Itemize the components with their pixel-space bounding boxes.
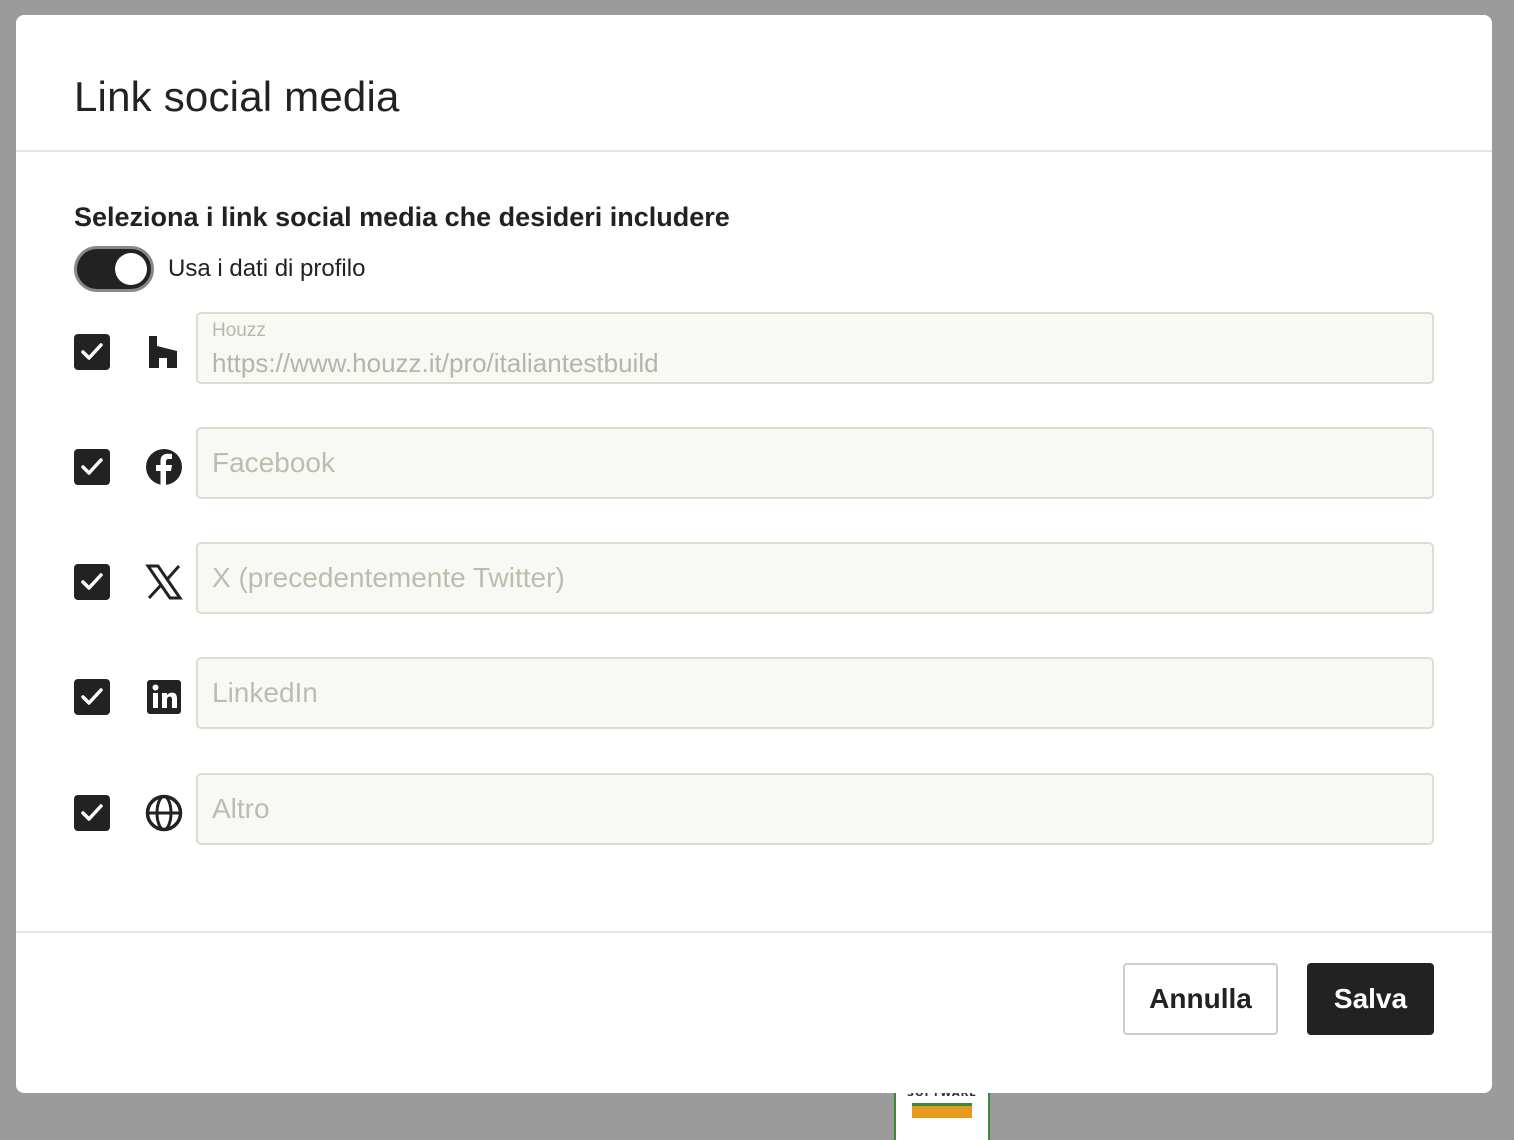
facebook-field-placeholder: Facebook — [212, 447, 335, 478]
other-field[interactable]: Altro — [196, 773, 1434, 845]
houzz-field-value: https://www.houzz.it/pro/italiantestbuil… — [212, 348, 659, 378]
x-checkbox[interactable] — [74, 564, 110, 600]
x-twitter-icon — [145, 564, 183, 600]
toggle-knob — [115, 253, 147, 285]
houzz-checkbox[interactable] — [74, 334, 110, 370]
linkedin-field[interactable]: LinkedIn — [196, 657, 1434, 729]
checkmark-icon — [81, 804, 103, 821]
facebook-icon — [146, 449, 182, 485]
linkedin-field-placeholder: LinkedIn — [212, 677, 318, 708]
checkmark-icon — [81, 343, 103, 360]
cancel-button[interactable]: Annulla — [1123, 963, 1278, 1035]
social-row-other: Altro — [74, 773, 1434, 845]
social-row-houzz: Houzz https://www.houzz.it/pro/italiante… — [74, 312, 1434, 384]
linkedin-icon — [147, 680, 181, 714]
social-links-modal: Link social media Seleziona i link socia… — [16, 15, 1492, 1093]
modal-header: Link social media — [16, 15, 1492, 152]
other-checkbox[interactable] — [74, 795, 110, 831]
x-field-placeholder: X (precedentemente Twitter) — [212, 562, 565, 593]
toggle-label: Usa i dati di profilo — [168, 255, 366, 282]
houzz-field-label: Houzz — [212, 320, 266, 341]
other-field-placeholder: Altro — [212, 793, 270, 824]
houzz-icon — [149, 336, 177, 368]
facebook-field[interactable]: Facebook — [196, 427, 1434, 499]
checkmark-icon — [81, 688, 103, 705]
x-field[interactable]: X (precedentemente Twitter) — [196, 542, 1434, 614]
social-row-facebook: Facebook — [74, 427, 1434, 499]
globe-icon — [145, 794, 183, 832]
social-row-x: X (precedentemente Twitter) — [74, 542, 1434, 614]
checkmark-icon — [81, 458, 103, 475]
houzz-field[interactable]: Houzz https://www.houzz.it/pro/italiante… — [196, 312, 1434, 384]
use-profile-data-toggle[interactable] — [74, 246, 154, 292]
save-button[interactable]: Salva — [1307, 963, 1434, 1035]
facebook-checkbox[interactable] — [74, 449, 110, 485]
linkedin-checkbox[interactable] — [74, 679, 110, 715]
checkmark-icon — [81, 573, 103, 590]
modal-title: Link social media — [74, 73, 400, 120]
modal-footer: Annulla Salva — [16, 931, 1492, 1093]
social-row-linkedin: LinkedIn — [74, 657, 1434, 729]
section-label: Seleziona i link social media che deside… — [74, 202, 730, 232]
use-profile-data-toggle-row[interactable]: Usa i dati di profilo — [74, 246, 365, 292]
